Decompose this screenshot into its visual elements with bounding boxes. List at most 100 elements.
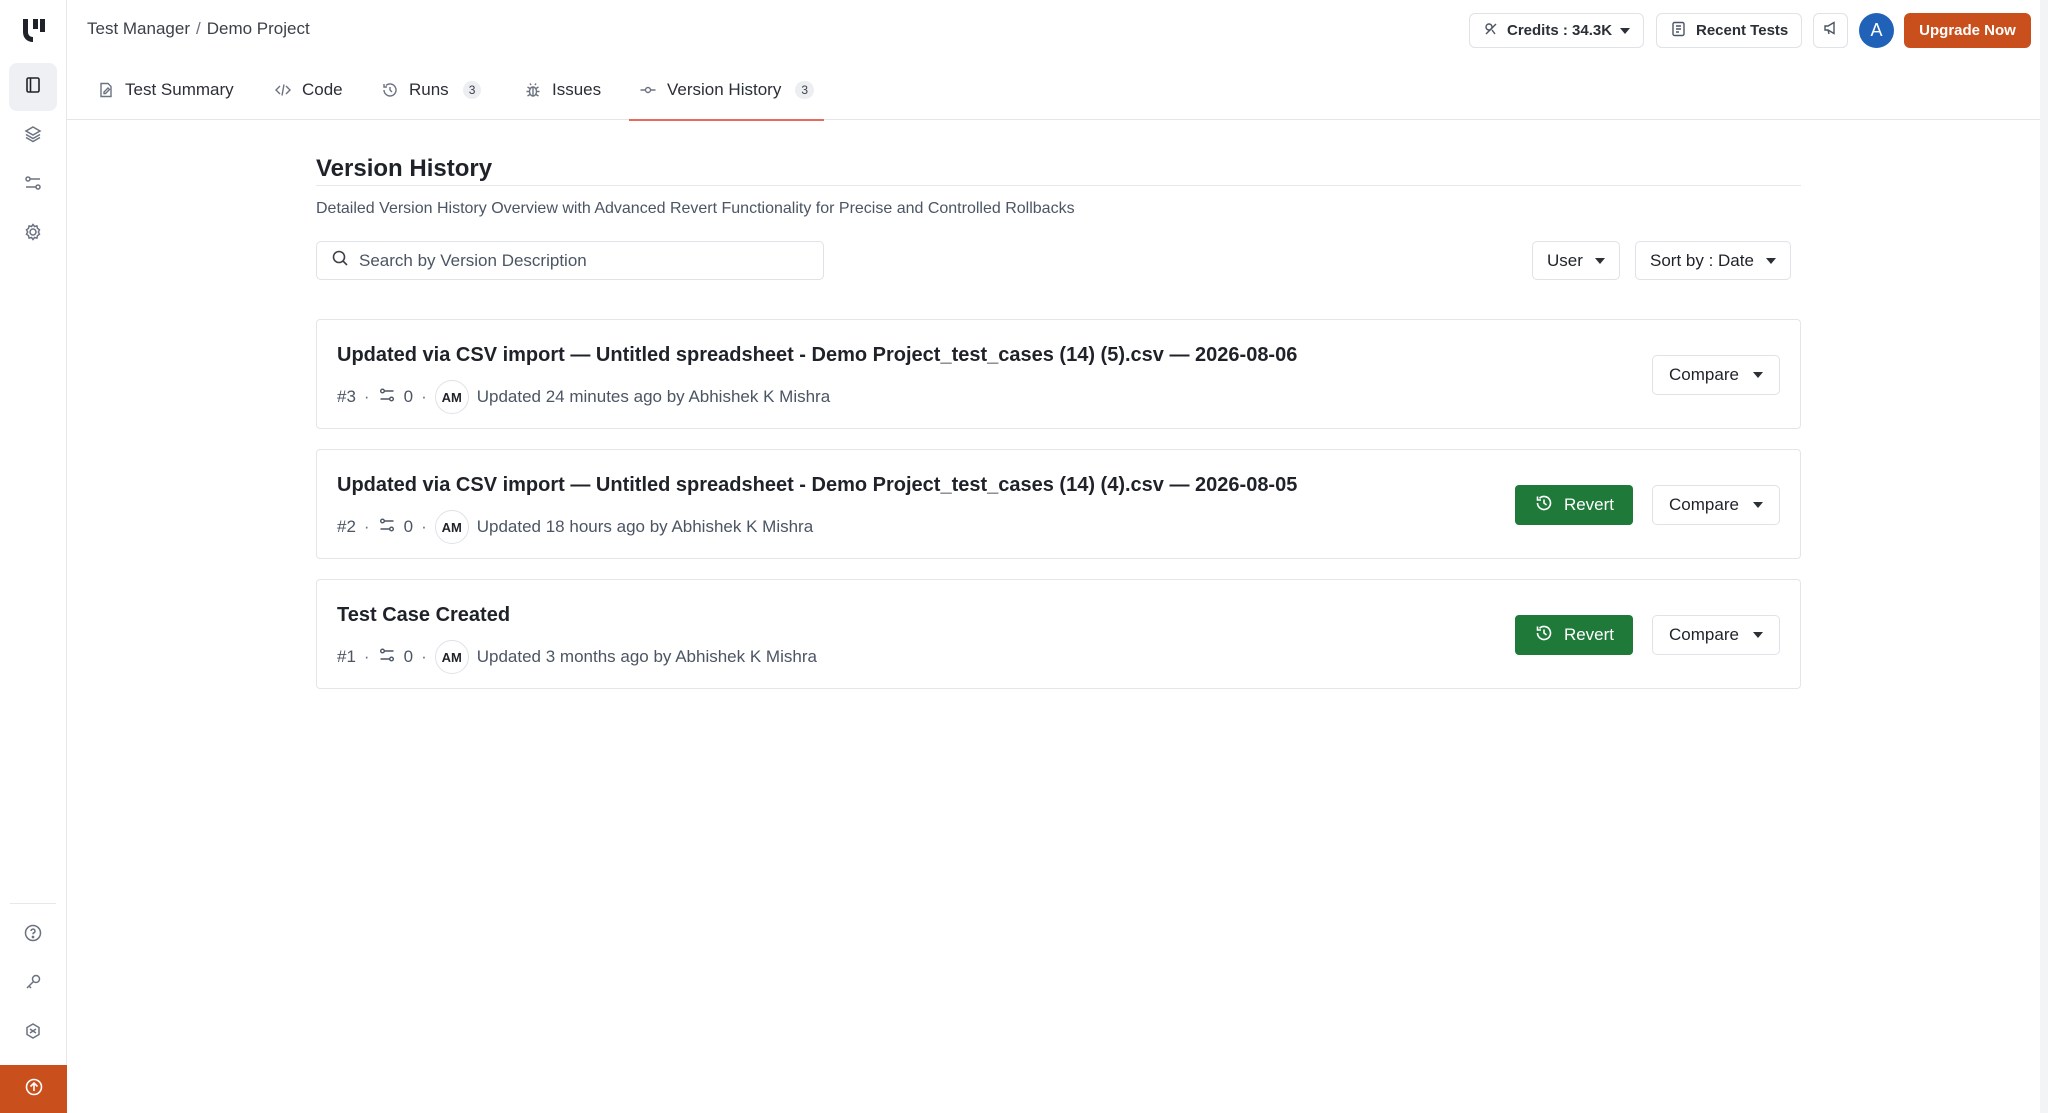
chevron-down-icon [1620,27,1631,34]
change-count: 0 [403,647,414,666]
arrow-up-circle-icon [24,1077,44,1102]
change-count: 0 [403,517,414,536]
user-filter-label: User [1547,250,1583,270]
code-icon [274,81,292,99]
credits-label: Credits : 34.3K [1507,22,1613,39]
revert-history-icon [1534,493,1554,518]
search-box[interactable] [316,241,824,280]
breadcrumb-separator: / [196,19,201,38]
compare-dropdown[interactable]: Compare [1652,615,1780,655]
version-card: Updated via CSV import — Untitled spread… [316,449,1801,559]
bug-icon [524,81,542,99]
tab-label: Test Summary [125,80,234,99]
tab-test-summary[interactable]: Test Summary [97,60,234,120]
revert-label: Revert [1563,495,1615,514]
compare-label: Compare [1669,365,1739,384]
tab-runs[interactable]: Runs 3 [381,60,482,120]
sidebar-item-api-keys[interactable] [9,960,57,1008]
revert-button[interactable]: Revert [1515,485,1633,525]
recent-tests-button[interactable]: Recent Tests [1656,13,1803,48]
version-card: Test Case Created #1 · 0 · AM Updated 3 … [316,579,1801,689]
sidebar [0,0,67,1113]
revert-button[interactable]: Revert [1515,615,1633,655]
sidebar-item-settings[interactable] [9,210,57,258]
credits-icon [1483,21,1499,41]
changes-icon [378,386,396,409]
recent-tests-icon [1670,20,1688,42]
revert-history-icon [1534,623,1554,648]
megaphone-icon [1822,19,1840,42]
separator-dot: · [363,387,370,406]
tab-label: Runs [409,80,449,99]
recent-tests-label: Recent Tests [1696,22,1789,39]
app-logo[interactable] [20,16,48,44]
user-avatar[interactable]: A [1859,13,1894,48]
chevron-down-icon [1752,632,1763,638]
upgrade-now-button[interactable]: Upgrade Now [1904,13,2031,48]
integrations-icon [23,1021,43,1046]
sidebar-item-test-manager[interactable] [9,63,57,111]
updated-text: Updated 18 hours ago by Abhishek K Mishr… [476,517,814,536]
sidebar-upgrade-button[interactable] [0,1065,67,1113]
compare-dropdown[interactable]: Compare [1652,355,1780,395]
breadcrumb: Test Manager / Demo Project [87,19,310,39]
updated-text: Updated 3 months ago by Abhishek K Mishr… [476,647,817,666]
separator-dot: · [421,647,427,666]
version-title: Updated via CSV import — Untitled spread… [337,474,1298,496]
sidebar-item-workflows[interactable] [9,161,57,209]
commit-icon [639,81,657,99]
credits-dropdown[interactable]: Credits : 34.3K [1469,13,1645,48]
sidebar-item-layers[interactable] [9,112,57,160]
version-meta: #1 · 0 · AM Updated 3 months ago by Abhi… [337,640,817,674]
workflow-icon [23,173,43,198]
runs-count-badge: 3 [462,81,482,99]
author-avatar: AM [434,380,469,414]
announcements-button[interactable] [1813,13,1848,48]
title-divider [316,185,1801,186]
compare-dropdown[interactable]: Compare [1652,485,1780,525]
change-count: 0 [403,387,414,406]
version-meta: #3 · 0 · AM Updated 24 minutes ago by Ab… [337,380,830,414]
tab-label: Code [302,80,343,99]
revert-label: Revert [1563,625,1615,644]
compare-label: Compare [1669,625,1739,644]
search-input[interactable] [359,250,799,271]
search-icon [331,249,349,272]
chevron-down-icon [1752,372,1763,378]
page-subtitle: Detailed Version History Overview with A… [316,200,1075,217]
layers-icon [23,124,43,149]
gear-icon [23,222,43,247]
chevron-down-icon [1752,502,1763,508]
top-header: Test Manager / Demo Project Credits : 34.3… [67,0,2048,60]
page-title: Version History [316,155,493,182]
chevron-down-icon [1765,257,1776,264]
sidebar-item-help[interactable] [9,911,57,959]
version-card: Updated via CSV import — Untitled spread… [316,319,1801,429]
tab-bar: Test Summary Code Runs 3 Issues Version … [67,60,2048,121]
sort-label: Sort by : Date [1650,250,1754,270]
user-filter-dropdown[interactable]: User [1532,241,1620,280]
version-number: #3 [337,387,356,406]
page-scrollbar[interactable] [2040,0,2048,1113]
version-meta: #2 · 0 · AM Updated 18 hours ago by Abhi… [337,510,813,544]
changes-icon [378,516,396,539]
sidebar-divider [10,903,56,904]
sort-dropdown[interactable]: Sort by : Date [1635,241,1791,280]
breadcrumb-root[interactable]: Test Manager [87,19,190,38]
tab-label: Issues [552,80,602,99]
author-avatar: AM [434,640,469,674]
tab-issues[interactable]: Issues [524,60,601,120]
tab-code[interactable]: Code [274,60,343,120]
separator-dot: · [363,647,370,666]
version-number: #1 [337,647,356,666]
breadcrumb-project[interactable]: Demo Project [207,19,310,38]
file-edit-icon [97,81,115,99]
separator-dot: · [363,517,370,536]
app-root: Test Manager / Demo Project Credits : 34.3… [0,0,2048,1113]
author-avatar: AM [434,510,469,544]
history-icon [381,81,399,99]
separator-dot: · [421,387,427,406]
sidebar-item-integrations[interactable] [9,1009,57,1057]
help-circle-icon [23,923,43,948]
tab-version-history[interactable]: Version History 3 [628,60,825,121]
